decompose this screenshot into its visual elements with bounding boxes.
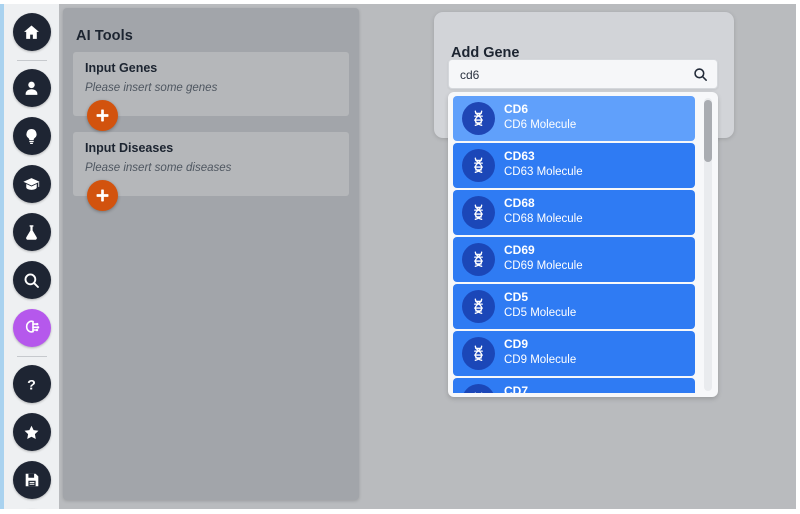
sidebar-item-home[interactable] — [12, 13, 51, 51]
sidebar-item-search[interactable] — [12, 261, 51, 299]
plus-icon — [94, 187, 111, 204]
input-diseases-title: Input Diseases — [85, 141, 174, 155]
gene-result-description: CD9 Molecule — [504, 354, 577, 366]
sidebar-item-lab[interactable] — [12, 213, 51, 251]
gene-search-box — [448, 59, 718, 90]
gene-result-name: CD9 — [504, 337, 529, 351]
gene-result-name: CD68 — [504, 196, 535, 210]
gene-result-description: CD5 Molecule — [504, 307, 577, 319]
search-icon[interactable] — [692, 66, 709, 83]
gene-result-name: CD69 — [504, 243, 535, 257]
gene-result-name: CD6 — [504, 102, 529, 116]
sidebar-divider-bottom — [16, 356, 47, 357]
flask-icon — [22, 223, 41, 242]
sidebar-item-learn[interactable] — [12, 165, 51, 203]
gene-search-input[interactable] — [458, 60, 687, 90]
gene-result-item[interactable]: CD63 CD63 Molecule — [453, 143, 695, 188]
dna-icon — [462, 102, 495, 135]
floppy-disk-icon — [23, 471, 41, 489]
gene-result-name: CD5 — [504, 290, 529, 304]
question-mark-icon: ? — [22, 375, 41, 394]
dna-icon — [462, 384, 495, 393]
gene-result-item[interactable]: CD9 CD9 Molecule — [453, 331, 695, 376]
dna-icon — [462, 149, 495, 182]
sidebar-divider-top — [16, 60, 47, 61]
add-disease-button[interactable] — [87, 180, 118, 211]
results-scrollbar-thumb[interactable] — [704, 100, 712, 162]
dna-icon — [462, 290, 495, 323]
input-diseases-placeholder: Please insert some diseases — [85, 162, 232, 174]
gene-result-item[interactable]: CD68 CD68 Molecule — [453, 190, 695, 235]
window-frame-top — [0, 0, 800, 4]
sidebar-item-ai-tools[interactable] — [12, 309, 51, 347]
magnifier-icon — [22, 271, 41, 290]
sidebar-item-save[interactable] — [12, 461, 51, 499]
sidebar-item-favorites[interactable] — [12, 413, 51, 451]
input-genes-placeholder: Please insert some genes — [85, 82, 218, 94]
gene-result-description: CD69 Molecule — [504, 260, 583, 272]
dna-icon — [462, 196, 495, 229]
add-gene-button[interactable] — [87, 100, 118, 131]
window-frame-bottom — [0, 509, 800, 514]
window-frame-right — [796, 0, 800, 514]
gene-result-item[interactable]: CD69 CD69 Molecule — [453, 237, 695, 282]
ai-tools-panel: AI Tools Input Genes Please insert some … — [63, 8, 359, 500]
sidebar-item-ideas[interactable] — [12, 117, 51, 155]
gene-result-item[interactable]: CD5 CD5 Molecule — [453, 284, 695, 329]
gene-results-dropdown: CD6 CD6 Molecule CD63 CD63 Molecule CD68 CD68… — [448, 92, 718, 397]
application-window: ? AI Tools Input Genes Please insert som… — [0, 0, 800, 514]
sidebar-navigation: ? — [0, 0, 59, 514]
graduation-cap-icon — [22, 175, 41, 194]
sidebar-item-help[interactable]: ? — [12, 365, 51, 403]
sidebar-item-profile[interactable] — [12, 69, 51, 107]
plus-icon — [94, 107, 111, 124]
lightbulb-icon — [22, 127, 41, 146]
gene-result-item[interactable]: CD7CD7 Molecule — [453, 378, 695, 393]
gene-result-name: CD63 — [504, 149, 535, 163]
star-icon — [22, 423, 41, 442]
home-icon — [22, 23, 41, 42]
gene-result-item[interactable]: CD6 CD6 Molecule — [453, 96, 695, 141]
input-genes-title: Input Genes — [85, 61, 158, 75]
gene-result-description: CD63 Molecule — [504, 166, 583, 178]
svg-text:?: ? — [27, 377, 36, 393]
gene-result-name: CD7 — [504, 384, 529, 393]
dna-icon — [462, 337, 495, 370]
gene-results-list: CD6 CD6 Molecule CD63 CD63 Molecule CD68 CD68… — [453, 96, 701, 393]
user-icon — [22, 79, 41, 98]
sidebar-items-container: ? — [4, 8, 59, 514]
results-scrollbar-track[interactable] — [704, 98, 712, 391]
ai-tools-title: AI Tools — [76, 28, 133, 44]
gene-result-description: CD68 Molecule — [504, 213, 583, 225]
brain-icon — [22, 318, 42, 338]
dna-icon — [462, 243, 495, 276]
gene-result-description: CD6 Molecule — [504, 119, 577, 131]
